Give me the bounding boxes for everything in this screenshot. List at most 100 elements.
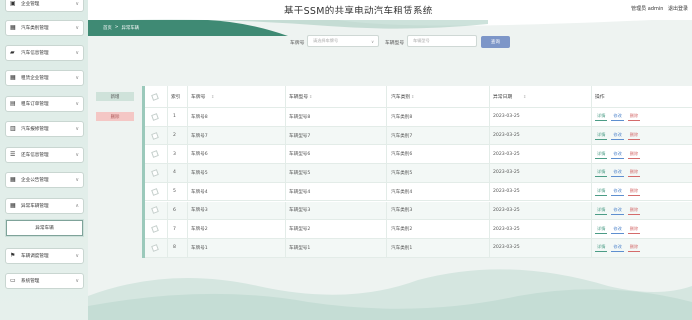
row-checkbox[interactable] — [151, 169, 159, 177]
cell-index: 6 — [173, 207, 176, 213]
column-divider — [386, 86, 387, 107]
column-divider — [285, 86, 286, 107]
cell-model: 车辆型号3 — [289, 208, 311, 214]
sidebar-item-9[interactable]: ⚑ 车辆调度管理 ∨ — [5, 248, 84, 264]
column-divider — [386, 201, 387, 220]
chevron-down-icon: ∨ — [75, 101, 79, 107]
logout-link[interactable]: 退出登录 — [668, 6, 688, 12]
sidebar-item-5[interactable]: ▥ 汽车报修管理 ∨ — [5, 121, 84, 137]
cell-plate: 车牌号7 — [191, 133, 208, 139]
row-checkbox[interactable] — [151, 225, 159, 233]
chevron-down-icon: ∨ — [75, 152, 79, 158]
column-divider — [591, 126, 592, 145]
delete-row-button[interactable]: 删除 — [627, 225, 641, 234]
detail-button[interactable]: 详情 — [595, 168, 608, 178]
column-divider — [285, 220, 286, 238]
delete-row-button[interactable]: 删除 — [627, 243, 641, 253]
add-button[interactable]: 新增 — [96, 92, 134, 101]
sidebar-item-3[interactable]: ▦ 租赁企业管理 ∨ — [5, 70, 84, 86]
header-band — [88, 14, 692, 36]
monitor-icon: ▭ — [10, 277, 16, 284]
column-divider — [489, 86, 490, 107]
cell-plate: 车牌号2 — [191, 227, 208, 233]
row-checkbox[interactable] — [151, 131, 159, 140]
model-label: 车辆型号 — [385, 41, 405, 46]
sidebar-item-8[interactable]: ▦ 异常车辆管理 ∧ — [5, 198, 84, 214]
cell-date: 2023-03-25 — [493, 170, 520, 176]
sidebar-item-4[interactable]: ▤ 租车订单管理 ∨ — [5, 96, 84, 112]
edit-button[interactable]: 修改 — [611, 112, 624, 122]
grid-icon: ▦ — [10, 202, 16, 209]
column-divider — [167, 220, 168, 238]
edit-button[interactable]: 修改 — [611, 187, 624, 197]
column-divider — [386, 220, 387, 238]
detail-button[interactable]: 详情 — [595, 150, 608, 159]
edit-button[interactable]: 修改 — [611, 150, 624, 159]
model-input[interactable]: 车辆型号 — [407, 35, 477, 47]
row-checkbox[interactable] — [151, 112, 159, 121]
model-placeholder: 车辆型号 — [413, 38, 430, 43]
sidebar-subitem-abnormal-vehicles[interactable]: 异常车辆 — [6, 220, 83, 236]
edit-button[interactable]: 修改 — [611, 131, 624, 141]
row-actions: 详情 修改 删除 — [595, 145, 641, 163]
sidebar-item-label: 企业管理 — [21, 2, 40, 7]
data-table: 索引 车牌号 ⇕ 车辆型号 ⇕ 汽车类别 ⇕ 异常日期 ⇕ 操作 1 车牌号8 车辆型号8 汽车类别8 20… — [142, 86, 692, 258]
delete-row-button[interactable]: 删除 — [627, 187, 641, 197]
edit-button[interactable]: 修改 — [611, 206, 624, 215]
detail-button[interactable]: 详情 — [595, 131, 608, 141]
row-checkbox[interactable] — [151, 150, 159, 159]
sidebar-item-7[interactable]: ▦ 企业公告管理 ∨ — [5, 172, 84, 188]
row-actions: 详情 修改 删除 — [595, 239, 641, 257]
column-divider — [187, 164, 188, 182]
search-button[interactable]: 查询 — [481, 36, 510, 48]
column-divider — [167, 145, 168, 164]
sort-icon[interactable]: ⇕ — [411, 86, 414, 107]
sidebar-item-10[interactable]: ▭ 系统管理 ∨ — [5, 273, 84, 289]
detail-button[interactable]: 详情 — [595, 243, 608, 253]
column-divider — [167, 86, 168, 107]
header-index: 索引 — [171, 95, 181, 100]
delete-row-button[interactable]: 删除 — [627, 206, 641, 215]
detail-button[interactable]: 详情 — [595, 225, 608, 234]
column-divider — [386, 182, 387, 201]
delete-row-button[interactable]: 删除 — [627, 112, 641, 122]
edit-button[interactable]: 修改 — [611, 168, 624, 178]
car-icon: ▰ — [10, 49, 15, 56]
sort-icon[interactable]: ⇕ — [523, 86, 526, 107]
column-divider — [187, 86, 188, 107]
sidebar-item-0[interactable]: ▣ 企业管理 ∨ — [5, 0, 84, 12]
edit-button[interactable]: 修改 — [611, 225, 624, 234]
detail-button[interactable]: 详情 — [595, 112, 608, 122]
cell-model: 车辆型号7 — [289, 133, 311, 139]
sidebar-item-1[interactable]: ▦ 汽车类别管理 ∨ — [5, 20, 84, 36]
sidebar-item-2[interactable]: ▰ 汽车信息管理 ∨ — [5, 45, 84, 61]
column-divider — [591, 86, 592, 107]
decorative-hills — [88, 269, 692, 320]
delete-row-button[interactable]: 删除 — [627, 150, 641, 159]
column-divider — [285, 108, 286, 126]
header-user-area: 管理员 admin 退出登录 — [628, 5, 688, 12]
cell-plate: 车牌号5 — [191, 170, 208, 176]
row-checkbox[interactable] — [151, 92, 159, 101]
cell-index: 5 — [173, 189, 176, 195]
delete-row-button[interactable]: 删除 — [627, 168, 641, 178]
sidebar-item-6[interactable]: ☰ 还车信息管理 ∨ — [5, 147, 84, 163]
delete-row-button[interactable]: 删除 — [627, 131, 641, 141]
chevron-down-icon: ∨ — [75, 75, 79, 81]
sort-icon[interactable]: ⇕ — [211, 86, 214, 107]
detail-button[interactable]: 详情 — [595, 187, 608, 197]
column-divider — [386, 164, 387, 182]
edit-button[interactable]: 修改 — [611, 243, 624, 253]
breadcrumb-home[interactable]: 首页 — [103, 25, 112, 31]
plate-select[interactable]: 请选择车牌号 ∨ — [307, 35, 379, 47]
delete-button[interactable]: 删除 — [96, 112, 134, 121]
row-checkbox[interactable] — [151, 206, 159, 215]
sort-icon[interactable]: ⇕ — [309, 86, 312, 107]
detail-button[interactable]: 详情 — [595, 206, 608, 215]
row-checkbox[interactable] — [151, 243, 159, 252]
row-checkbox[interactable] — [151, 187, 159, 196]
chevron-down-icon: ∨ — [75, 25, 79, 31]
chevron-down-icon: ∨ — [75, 50, 79, 56]
plate-placeholder: 请选择车牌号 — [313, 38, 339, 43]
cell-model: 车辆型号4 — [289, 189, 311, 195]
